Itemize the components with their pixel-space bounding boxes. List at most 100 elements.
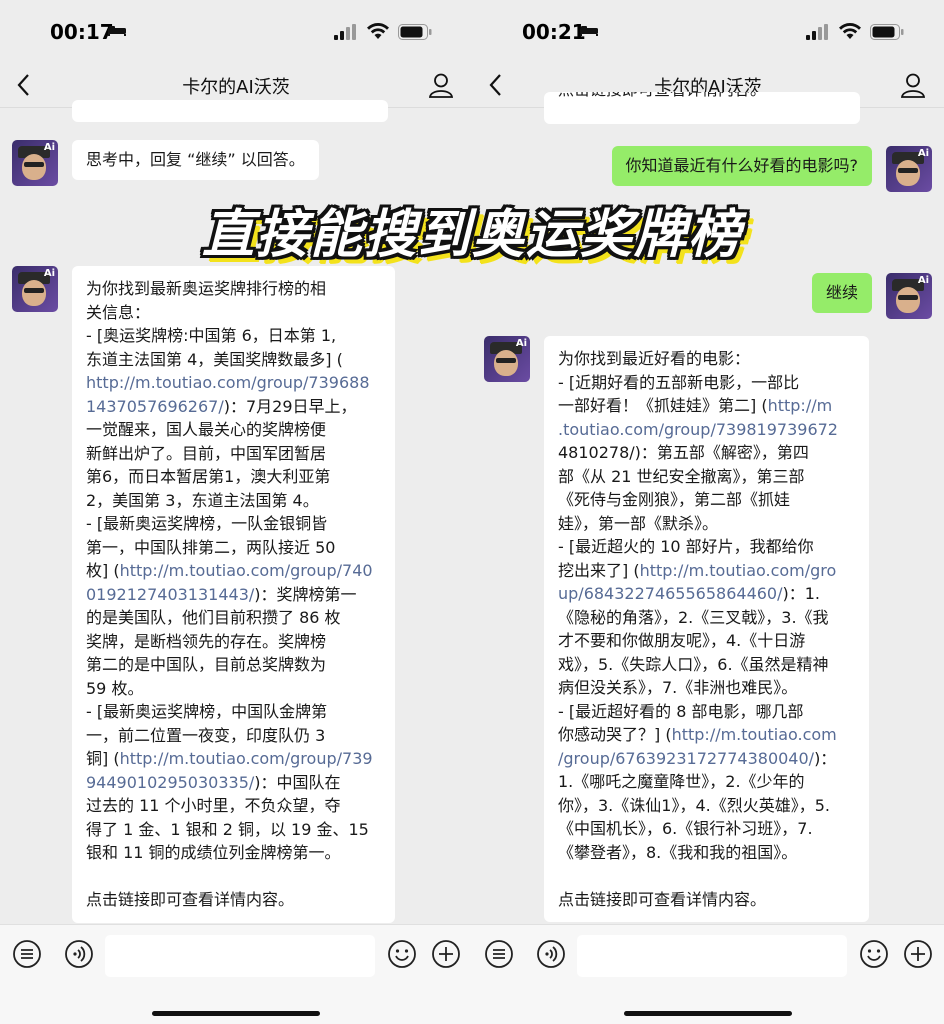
message-line: 你》，3.《诛仙1》，4.《烈火英雄》，5. [558, 795, 830, 815]
home-indicator[interactable] [152, 1011, 320, 1016]
right-phone-screen: 00:21 卡尔的AI沃茨 点击链接即可查看详情内容。 你知道最近有什么好看的电… [472, 0, 944, 1024]
link-url[interactable]: 9449010295030335/ [86, 773, 254, 792]
emoji-icon[interactable] [859, 939, 889, 969]
status-time: 00:17 [50, 20, 114, 44]
message-line: /group/6763923172774380040/)： [558, 748, 837, 768]
message-line: 的是美国队，他们目前积攒了 86 枚 [86, 608, 341, 627]
wifi-icon [367, 23, 389, 39]
message-line: - [近期好看的五部新电影，一部比 [558, 372, 800, 392]
bot-message-thinking: 思考中，回复 “继续” 以回答。 [72, 140, 319, 180]
sleep-focus-icon [108, 26, 126, 36]
cellular-signal-icon [334, 24, 356, 40]
chat-input-bar [472, 924, 944, 1024]
link-url[interactable]: http://m.toutiao.com/group/739688 [86, 373, 370, 392]
message-line: - [最新奥运奖牌榜，一队金银铜皆 [86, 514, 328, 533]
message-line: - [最近超火的 10 部好片，我都给你 [558, 537, 814, 556]
chat-input-bar [0, 924, 472, 1024]
message-line: 娃》，第一部《默杀》。 [558, 513, 719, 533]
user-message-movie-question: 你知道最近有什么好看的电影吗? [611, 146, 872, 186]
message-line: 为你找到最新奥运奖牌排行榜的相 [86, 279, 327, 298]
message-line: 第一，中国队排第二，两队接近 50 [86, 537, 336, 557]
screenshot: 00:17 卡尔的AI沃茨 Ai 思考中，回复 “继续” 以回答。 Ai 为你找… [0, 0, 944, 1024]
message-line: 1437057696267/)：7月29日早上， [86, 396, 357, 416]
clipped-message-text: 点击链接即可查看详情内容。 [558, 92, 846, 102]
message-line: 《攀登者》，8.《我和我的祖国》。 [558, 842, 798, 862]
link-url[interactable]: http://m [768, 396, 833, 415]
voice-input-icon[interactable] [64, 939, 94, 969]
emoji-icon[interactable] [387, 939, 417, 969]
message-line: 59 枚。 [86, 678, 144, 698]
left-phone-screen: 00:17 卡尔的AI沃茨 Ai 思考中，回复 “继续” 以回答。 Ai 为你找… [0, 0, 472, 1024]
home-indicator[interactable] [624, 1011, 792, 1016]
message-input[interactable] [105, 935, 375, 977]
message-line: 一觉醒来，国人最关心的奖牌榜便 [86, 420, 327, 439]
bot-avatar[interactable]: Ai [12, 266, 58, 312]
chat-info-person-icon[interactable] [428, 72, 454, 98]
message-line: 为你找到最近好看的电影： [558, 349, 751, 368]
link-url[interactable]: 1437057696267/ [86, 397, 224, 416]
status-time: 00:21 [522, 20, 586, 44]
message-line: 过去的 11 个小时里，不负众望，夺 [86, 796, 341, 815]
message-line: - [奥运奖牌榜:中国第 6，日本第 1, [86, 326, 337, 345]
message-line: 点击链接即可查看详情内容。 [86, 890, 295, 909]
message-line: 你感动哭了？] (http://m.toutiao.com [558, 725, 837, 744]
message-line: .toutiao.com/group/739819739672 [558, 418, 855, 442]
link-url[interactable]: http://m.toutiao.com/group/739 [120, 749, 373, 768]
plus-more-icon[interactable] [431, 939, 461, 969]
message-line: - [最近超好看的 8 部电影，哪几部 [558, 701, 804, 721]
clipped-message-bubble [72, 100, 388, 122]
bot-avatar[interactable]: Ai [12, 140, 58, 186]
message-line: 奖牌，是断档领先的存在。奖牌榜 [86, 631, 327, 651]
message-line: 一，前二位置一夜变，印度队仍 3 [86, 725, 326, 745]
chat-title: 卡尔的AI沃茨 [182, 77, 290, 98]
message-line: 2，美国第 3，东道主法国第 4。 [86, 490, 319, 510]
message-input[interactable] [577, 935, 847, 977]
link-url[interactable]: http://m.toutiao.com/gro [640, 561, 837, 580]
message-line [558, 864, 855, 888]
battery-icon [398, 24, 432, 40]
user-avatar[interactable]: Ai [886, 273, 932, 319]
link-url[interactable]: http://m.toutiao.com [672, 725, 837, 744]
message-line: 新鲜出炉了。目前，中国军团暂居 [86, 443, 327, 463]
user-avatar[interactable]: Ai [886, 146, 932, 192]
link-url[interactable]: 0192127403131443/ [86, 585, 254, 604]
user-message-continue: 继续 [811, 273, 872, 313]
sleep-focus-icon [580, 26, 598, 36]
link-url[interactable]: .toutiao.com/group/739819739672 [558, 420, 838, 439]
wifi-icon [839, 23, 861, 39]
bot-message-movie-results: 为你找到最近好看的电影： - [近期好看的五部新电影，一部比一部好看！《抓娃娃》第… [544, 336, 869, 922]
message-line: 《死侍与金刚狼》，第二部《抓娃 [558, 490, 791, 509]
link-url[interactable]: up/6843227465565864460/ [558, 584, 783, 603]
message-line [86, 865, 381, 889]
message-line: 第二的是中国队，目前总奖牌数为 [86, 655, 327, 674]
message-line: 关信息： [86, 302, 151, 322]
message-line: 第6，而日本暂居第1，澳大利亚第 [86, 467, 331, 486]
message-line: 部《从 21 世纪安全撤离》，第三部 [558, 466, 805, 486]
message-line: 4810278/)：第五部《解密》，第四 [558, 443, 809, 462]
message-line: 0192127403131443/)：奖牌榜第一 [86, 584, 357, 604]
message-line: 一部好看！《抓娃娃》第二] (http://m [558, 396, 833, 415]
link-url[interactable]: http://m.toutiao.com/group/740 [120, 561, 373, 580]
plus-more-icon[interactable] [903, 939, 933, 969]
message-line: 《隐秘的角落》，2.《三叉戟》，3.《我 [558, 607, 829, 627]
message-line: up/6843227465565864460/)：1. [558, 584, 821, 603]
message-line: 1.《哪吒之魔童降世》，2.《少年的 [558, 772, 805, 791]
message-line: 银和 11 铜的成绩位列金牌榜第一。 [86, 843, 341, 862]
link-url[interactable]: /group/6763923172774380040/ [558, 749, 814, 768]
message-line: 得了 1 金、1 银和 2 铜，以 19 金、15 [86, 819, 369, 839]
message-line: 点击链接即可查看详情内容。 [558, 889, 767, 909]
menu-list-icon[interactable] [484, 939, 514, 969]
menu-list-icon[interactable] [12, 939, 42, 969]
clipped-message-bubble: 点击链接即可查看详情内容。 [544, 92, 860, 124]
voice-input-icon[interactable] [536, 939, 566, 969]
bot-message-medal-results: 为你找到最新奥运奖牌排行榜的相 关信息： - [奥运奖牌榜:中国第 6，日本第 1,… [72, 266, 395, 923]
chat-info-person-icon[interactable] [900, 72, 926, 98]
bot-avatar[interactable]: Ai [484, 336, 530, 382]
status-bar: 00:17 [0, 0, 472, 62]
message-line: 才不要和你做朋友呢》，4.《十日游 [558, 631, 806, 650]
cellular-signal-icon [806, 24, 828, 40]
message-line: 东道主法国第 4，美国奖牌数最多] ( [86, 349, 343, 369]
message-line: 戏》，5.《失踪人口》，6.《虽然是精神 [558, 654, 829, 674]
message-line: 《中国机长》，6.《银行补习班》，7. [558, 819, 813, 838]
status-bar: 00:21 [472, 0, 944, 62]
